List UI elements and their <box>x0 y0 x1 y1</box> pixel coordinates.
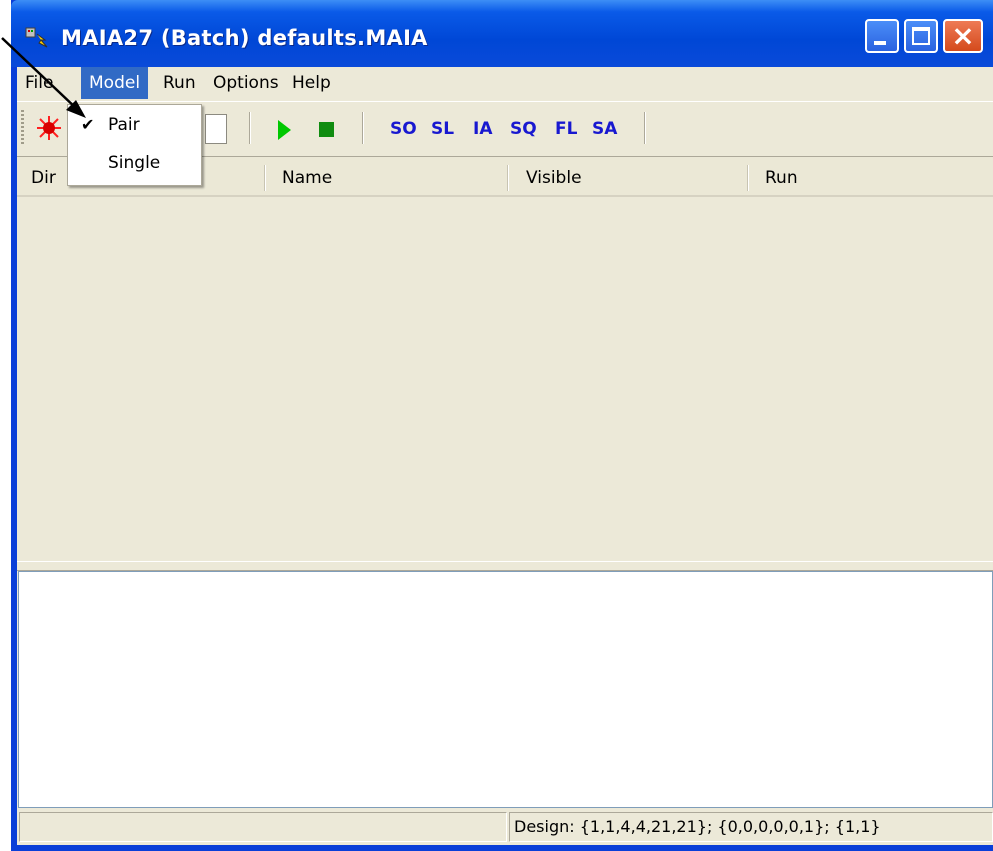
sq-button[interactable]: SQ <box>510 119 537 139</box>
minimize-icon <box>874 41 886 45</box>
menu-help[interactable]: Help <box>284 67 339 99</box>
column-header-run[interactable]: Run <box>765 157 798 195</box>
pane-splitter[interactable] <box>17 561 993 571</box>
menu-item-label: Single <box>108 153 161 173</box>
status-design: Design: {1,1,4,4,21,21}; {0,0,0,0,0,1}; … <box>509 812 993 842</box>
maximize-icon <box>912 27 930 45</box>
close-button[interactable]: × <box>943 19 983 53</box>
toolbar-separator <box>249 112 250 144</box>
column-header-dir[interactable]: Dir <box>31 157 56 195</box>
sl-button[interactable]: SL <box>431 119 454 139</box>
menu-run[interactable]: Run <box>155 67 204 99</box>
status-panel-left <box>19 812 507 842</box>
column-divider[interactable] <box>747 165 748 191</box>
output-log[interactable] <box>18 571 993 808</box>
column-divider[interactable] <box>264 165 265 191</box>
menu-bar: File Model Run Options Help <box>17 67 993 99</box>
column-header-name[interactable]: Name <box>282 157 332 195</box>
minimize-button[interactable] <box>865 19 899 53</box>
column-divider[interactable] <box>507 165 508 191</box>
stop-icon[interactable] <box>319 122 334 137</box>
file-list[interactable]: Dir Name Visible Run <box>17 156 993 561</box>
sa-button[interactable]: SA <box>592 119 617 139</box>
maximize-button[interactable] <box>904 19 938 53</box>
title-bar[interactable]: MAIA27 (Batch) defaults.MAIA × <box>11 0 993 67</box>
menu-options[interactable]: Options <box>205 67 287 99</box>
toolbar-separator <box>362 112 363 144</box>
ia-button[interactable]: IA <box>473 119 492 139</box>
column-header-visible[interactable]: Visible <box>526 157 582 195</box>
fl-button[interactable]: FL <box>555 119 577 139</box>
box-icon[interactable] <box>205 114 227 144</box>
so-button[interactable]: SO <box>390 119 417 139</box>
annotation-arrow <box>1 37 86 118</box>
close-icon: × <box>951 19 975 52</box>
toolbar-separator <box>644 112 645 144</box>
play-icon[interactable] <box>278 120 291 140</box>
status-bar: Design: {1,1,4,4,21,21}; {0,0,0,0,0,1}; … <box>17 809 993 845</box>
menu-item-single[interactable]: Single <box>68 145 201 181</box>
